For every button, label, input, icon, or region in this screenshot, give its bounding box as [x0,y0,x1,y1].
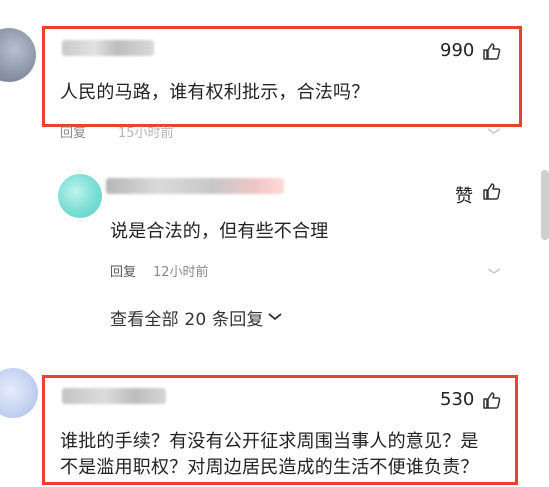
comment-text: 人民的马路，谁有权利批示，合法吗？ [60,82,370,103]
view-all-replies-label: 查看全部 20 条回复 [110,309,264,330]
reply-button[interactable]: 回复 [110,261,136,280]
username-blurred[interactable] [106,178,284,194]
like-label[interactable]: 赞 [455,182,473,208]
scrollbar[interactable] [541,170,549,240]
thumbs-up-icon[interactable] [482,181,502,201]
thumbs-up-icon[interactable] [482,390,502,410]
comment-text-line1: 谁批的手续？有没有公开征求周围当事人的意见？是 [60,431,479,452]
like-count: 990 [440,40,475,61]
chevron-down-icon[interactable] [487,268,501,274]
comments-page: 990 人民的马路，谁有权利批示，合法吗？ 回复 15小时前 赞 说是合法的，但… [0,0,549,487]
timestamp: 12小时前 [153,265,209,280]
chevron-down-icon[interactable] [487,128,501,134]
thumbs-up-icon[interactable] [482,41,502,61]
chevron-down-icon [268,313,282,321]
avatar[interactable] [58,174,102,218]
avatar[interactable] [0,368,38,418]
like-count: 530 [440,389,475,410]
reply-button[interactable]: 回复 [60,122,86,141]
timestamp: 15小时前 [118,126,174,141]
reply-text: 说是合法的，但有些不合理 [110,221,329,242]
comment-text-line2: 不是滥用职权？对周边居民造成的生活不便谁负责？ [60,457,479,478]
view-all-replies-link[interactable]: 查看全部 20 条回复 [110,306,282,330]
avatar[interactable] [0,28,36,82]
